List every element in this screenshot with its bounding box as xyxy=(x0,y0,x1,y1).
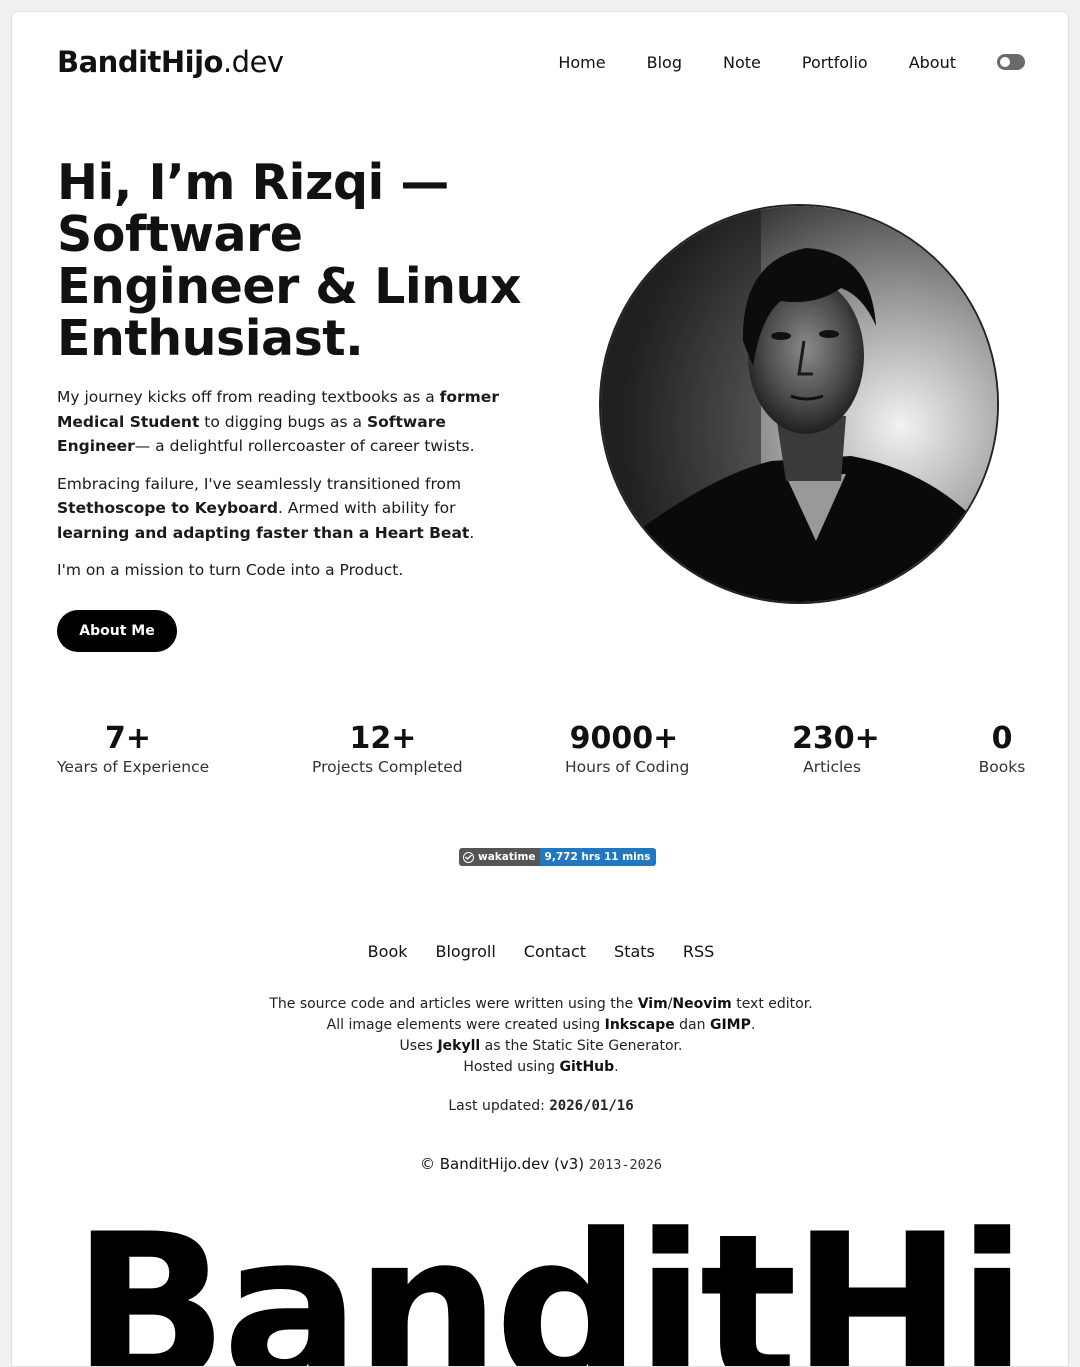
nav-blog[interactable]: Blog xyxy=(647,53,682,72)
last-updated: Last updated: 2026/01/16 xyxy=(12,1098,1068,1114)
footer-link-stats[interactable]: Stats xyxy=(614,942,655,961)
text: Uses xyxy=(399,1038,438,1054)
nav-note[interactable]: Note xyxy=(723,53,761,72)
badge-label: wakatime xyxy=(478,851,536,863)
site-logo[interactable]: BanditHijo.dev xyxy=(57,45,284,79)
nav-home[interactable]: Home xyxy=(558,53,605,72)
text: . Armed with ability for xyxy=(278,499,456,517)
emphasis: Inkscape xyxy=(604,1017,675,1033)
stat-label: Projects Completed xyxy=(312,758,463,776)
giant-wordmark: BanditHijo xyxy=(72,1208,1032,1367)
stat-experience: 7+ Years of Experience xyxy=(57,721,210,778)
stat-books: 0 Books xyxy=(978,722,1026,778)
stat-value: 12+ xyxy=(349,721,417,756)
nav-portfolio[interactable]: Portfolio xyxy=(802,53,868,72)
profile-photo-image xyxy=(601,206,997,602)
text: All image elements were created using xyxy=(326,1017,605,1033)
badge-value: 9,772 hrs 11 mins xyxy=(539,848,656,866)
footer-nav: Book Blogroll Contact Stats RSS xyxy=(12,942,1068,961)
credit-images: All image elements were created using In… xyxy=(12,1015,1068,1036)
profile-photo xyxy=(599,204,999,604)
logo-tld: .dev xyxy=(222,45,284,79)
site-header: BanditHijo.dev Home Blog Note Portfolio … xyxy=(57,42,1025,82)
last-updated-label: Last updated: xyxy=(448,1098,550,1114)
stat-value: 9000+ xyxy=(569,721,679,756)
stat-value: 7+ xyxy=(104,721,151,756)
wakatime-icon xyxy=(463,851,474,863)
text: dan xyxy=(674,1017,710,1033)
emphasis: Stethoscope to Keyboard xyxy=(57,499,278,517)
stat-label: Articles xyxy=(803,758,861,776)
footer-link-book[interactable]: Book xyxy=(368,942,408,961)
copyright-years: 2013-2026 xyxy=(588,1157,663,1173)
text: My journey kicks off from reading textbo… xyxy=(57,388,440,406)
stat-value: 0 xyxy=(991,721,1013,756)
stat-articles: 230+ Articles xyxy=(792,721,880,778)
theme-toggle-icon[interactable] xyxy=(997,54,1025,70)
badge-left: wakatime xyxy=(459,848,540,866)
emphasis: learning and adapting faster than a Hear… xyxy=(57,523,470,542)
logo-brand: BanditHijo xyxy=(57,45,223,79)
about-me-button[interactable]: About Me xyxy=(57,610,177,652)
text: The source code and articles were writte… xyxy=(269,996,638,1012)
intro-paragraph-1: My journey kicks off from reading textbo… xyxy=(57,385,507,459)
emphasis: GitHub xyxy=(559,1059,615,1075)
footer-link-contact[interactable]: Contact xyxy=(524,942,586,961)
text: Embracing failure, I've seamlessly trans… xyxy=(57,474,462,493)
text: . xyxy=(469,523,475,542)
hero-intro: My journey kicks off from reading textbo… xyxy=(57,385,507,596)
last-updated-date: 2026/01/16 xyxy=(549,1098,634,1114)
footer-credits: The source code and articles were writte… xyxy=(12,994,1068,1078)
credit-hosting: Hosted using GitHub. xyxy=(12,1057,1068,1078)
text: — a delightful rollercoaster of career t… xyxy=(134,437,475,455)
intro-paragraph-3: I'm on a mission to turn Code into a Pro… xyxy=(57,561,404,579)
emphasis: Vim xyxy=(637,996,668,1012)
credit-ssg: Uses Jekyll as the Static Site Generator… xyxy=(12,1036,1068,1057)
text: as the Static Site Generator. xyxy=(480,1038,683,1054)
credit-editor: The source code and articles were writte… xyxy=(12,994,1068,1015)
wakatime-badge[interactable]: wakatime 9,772 hrs 11 mins xyxy=(459,848,656,866)
copyright: © BanditHijo.dev (v3) 2013-2026 xyxy=(12,1155,1068,1173)
intro-paragraph-2: Embracing failure, I've seamlessly trans… xyxy=(57,472,507,546)
footer-link-blogroll[interactable]: Blogroll xyxy=(436,942,496,961)
emphasis: Neovim xyxy=(672,996,732,1012)
text: . xyxy=(750,1017,756,1033)
nav-about[interactable]: About xyxy=(909,53,956,72)
emphasis: GIMP xyxy=(709,1017,751,1033)
footer-link-rss[interactable]: RSS xyxy=(683,942,714,961)
stat-label: Years of Experience xyxy=(57,758,210,776)
emphasis: Jekyll xyxy=(437,1038,481,1054)
main-nav: Home Blog Note Portfolio About xyxy=(558,53,1025,72)
hero-title: Hi, I’m Rizqi — Software Engineer & Linu… xyxy=(57,154,521,367)
page-card: BanditHijo.dev Home Blog Note Portfolio … xyxy=(11,11,1069,1367)
text: Hosted using xyxy=(463,1059,560,1075)
stat-hours: 9000+ Hours of Coding xyxy=(565,721,690,778)
copyright-text: © BanditHijo.dev (v3) xyxy=(419,1155,589,1173)
text: to digging bugs as a xyxy=(199,412,367,431)
text: . xyxy=(614,1059,619,1075)
stat-label: Books xyxy=(978,758,1026,776)
text: text editor. xyxy=(731,996,813,1012)
stat-value: 230+ xyxy=(792,721,880,756)
stat-label: Hours of Coding xyxy=(565,758,690,776)
stat-projects: 12+ Projects Completed xyxy=(312,721,463,778)
